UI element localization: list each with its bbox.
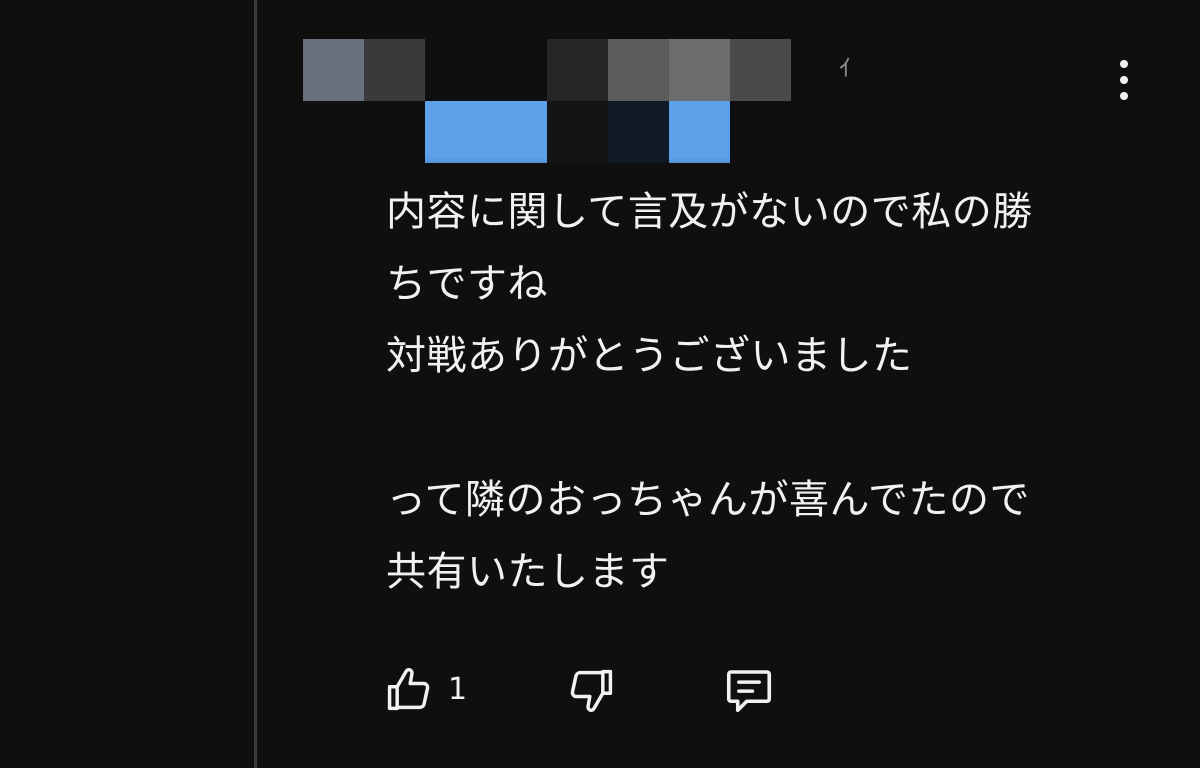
thumbs-down-icon bbox=[566, 664, 618, 716]
thumbs-up-icon bbox=[382, 664, 434, 716]
dislike-button[interactable] bbox=[566, 660, 618, 720]
reply-thread-line bbox=[254, 0, 257, 768]
comment-icon bbox=[722, 663, 776, 717]
like-button[interactable]: 1 bbox=[382, 660, 467, 720]
more-options-button[interactable] bbox=[1110, 56, 1138, 104]
comment-actions: 1 bbox=[382, 660, 802, 720]
comment-reply-view: ｨ 内容に関して言及がないので私の勝 ちですね 対戦ありがとうございました って… bbox=[0, 0, 1200, 768]
redacted-author-and-mention bbox=[303, 39, 793, 203]
like-count: 1 bbox=[448, 672, 468, 707]
reply-button[interactable] bbox=[722, 660, 776, 720]
comment-text: 内容に関して言及がないので私の勝 ちですね 対戦ありがとうございました って隣の… bbox=[386, 189, 1033, 595]
partial-timestamp-char: ｨ bbox=[838, 48, 853, 83]
